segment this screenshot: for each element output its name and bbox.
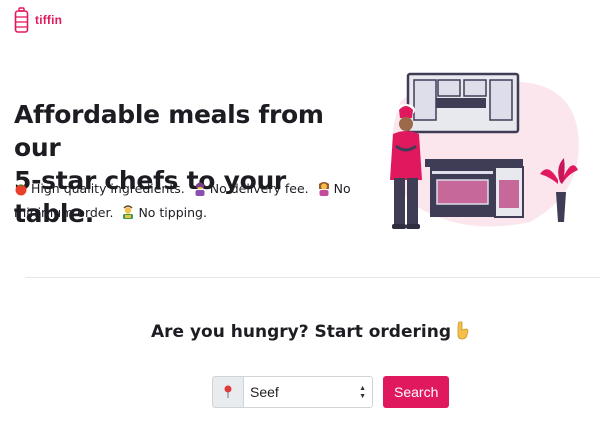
no-money-icon (121, 205, 135, 226)
select-arrows-icon: ▲ ▼ (359, 384, 366, 400)
delivery-person-icon (193, 181, 207, 202)
section-divider (25, 277, 600, 278)
tipping-hand-icon (317, 181, 331, 202)
location-select-value: Seef (250, 384, 279, 400)
brand-name: tiffin (35, 13, 63, 27)
feature-text: No tipping. (138, 205, 207, 220)
order-heading-text: Are you hungry? Start ordering (150, 322, 451, 342)
brand[interactable]: tiffin (14, 7, 62, 33)
feature-text: No delivery fee. (209, 181, 309, 196)
order-search-bar: Seef ▲ ▼ Search (212, 376, 450, 408)
pin-icon (224, 385, 232, 398)
location-select[interactable]: Seef ▲ ▼ (243, 376, 373, 408)
search-button[interactable]: Search (383, 376, 450, 408)
order-heading: Are you hungry? Start ordering (0, 320, 600, 345)
location-prepend (212, 376, 243, 408)
feature-text: High quality ingredients. (31, 181, 185, 196)
tomato-icon (14, 181, 28, 202)
pointing-down-icon (455, 320, 469, 345)
chef-kitchen-illustration (390, 72, 579, 229)
tiffin-box-icon (14, 7, 29, 33)
feature-list: High quality ingredients. No delivery fe… (14, 178, 374, 226)
hero-title-line-1: Affordable meals from our (14, 100, 324, 162)
location-input-group: Seef ▲ ▼ (212, 376, 373, 408)
